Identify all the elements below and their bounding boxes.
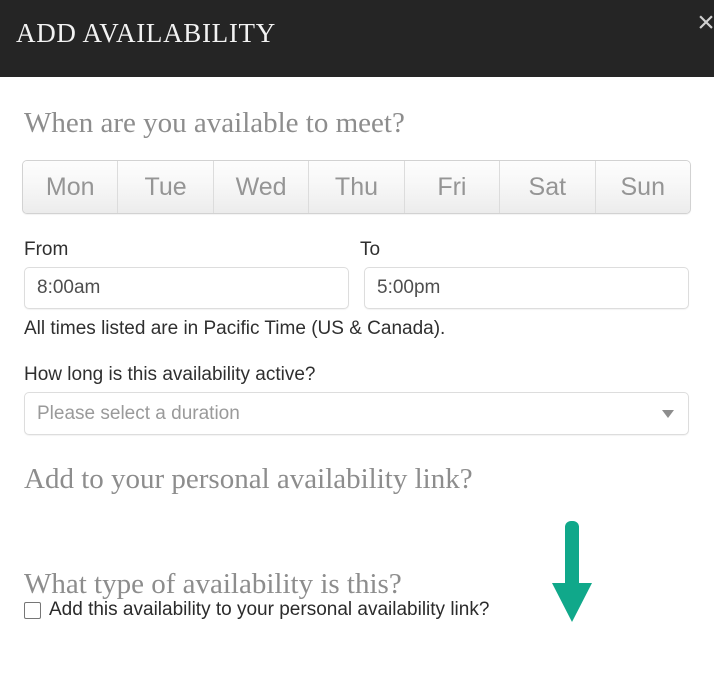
from-label: From xyxy=(24,239,69,260)
day-button-wed[interactable]: Wed xyxy=(212,161,309,213)
chevron-down-icon xyxy=(662,410,674,418)
day-button-fri[interactable]: Fri xyxy=(403,161,500,213)
timezone-note: All times listed are in Pacific Time (US… xyxy=(24,318,446,339)
day-button-mon[interactable]: Mon xyxy=(23,161,118,213)
personal-link-checkbox[interactable] xyxy=(24,601,41,619)
modal-header: ADD AVAILABILITY × xyxy=(0,0,714,77)
personal-link-checkbox-label[interactable]: Add this availability to your personal a… xyxy=(49,599,489,621)
day-button-sun[interactable]: Sun xyxy=(594,161,690,213)
page-title: ADD AVAILABILITY xyxy=(16,18,276,48)
to-label: To xyxy=(360,239,381,260)
duration-label: How long is this availability active? xyxy=(24,364,316,385)
personal-link-checkbox-row[interactable]: Add this availability to your personal a… xyxy=(24,599,489,621)
close-icon[interactable]: × xyxy=(691,8,714,38)
when-available-heading: When are you available to meet? xyxy=(24,107,405,139)
to-time-input[interactable] xyxy=(364,267,689,309)
day-button-tue[interactable]: Tue xyxy=(117,161,213,213)
duration-select[interactable]: Please select a duration xyxy=(24,392,689,435)
modal-body: When are you available to meet? Mon Tue … xyxy=(0,77,714,692)
day-button-thu[interactable]: Thu xyxy=(308,161,404,213)
add-availability-modal: ADD AVAILABILITY × When are you availabl… xyxy=(0,0,714,692)
day-button-sat[interactable]: Sat xyxy=(499,161,595,213)
personal-link-heading: Add to your personal availability link? xyxy=(24,463,473,495)
duration-select-value: Please select a duration xyxy=(37,403,240,424)
day-selector-group[interactable]: Mon Tue Wed Thu Fri Sat Sun xyxy=(22,160,691,214)
from-time-input[interactable] xyxy=(24,267,349,309)
availability-type-heading: What type of availability is this? xyxy=(24,568,402,600)
